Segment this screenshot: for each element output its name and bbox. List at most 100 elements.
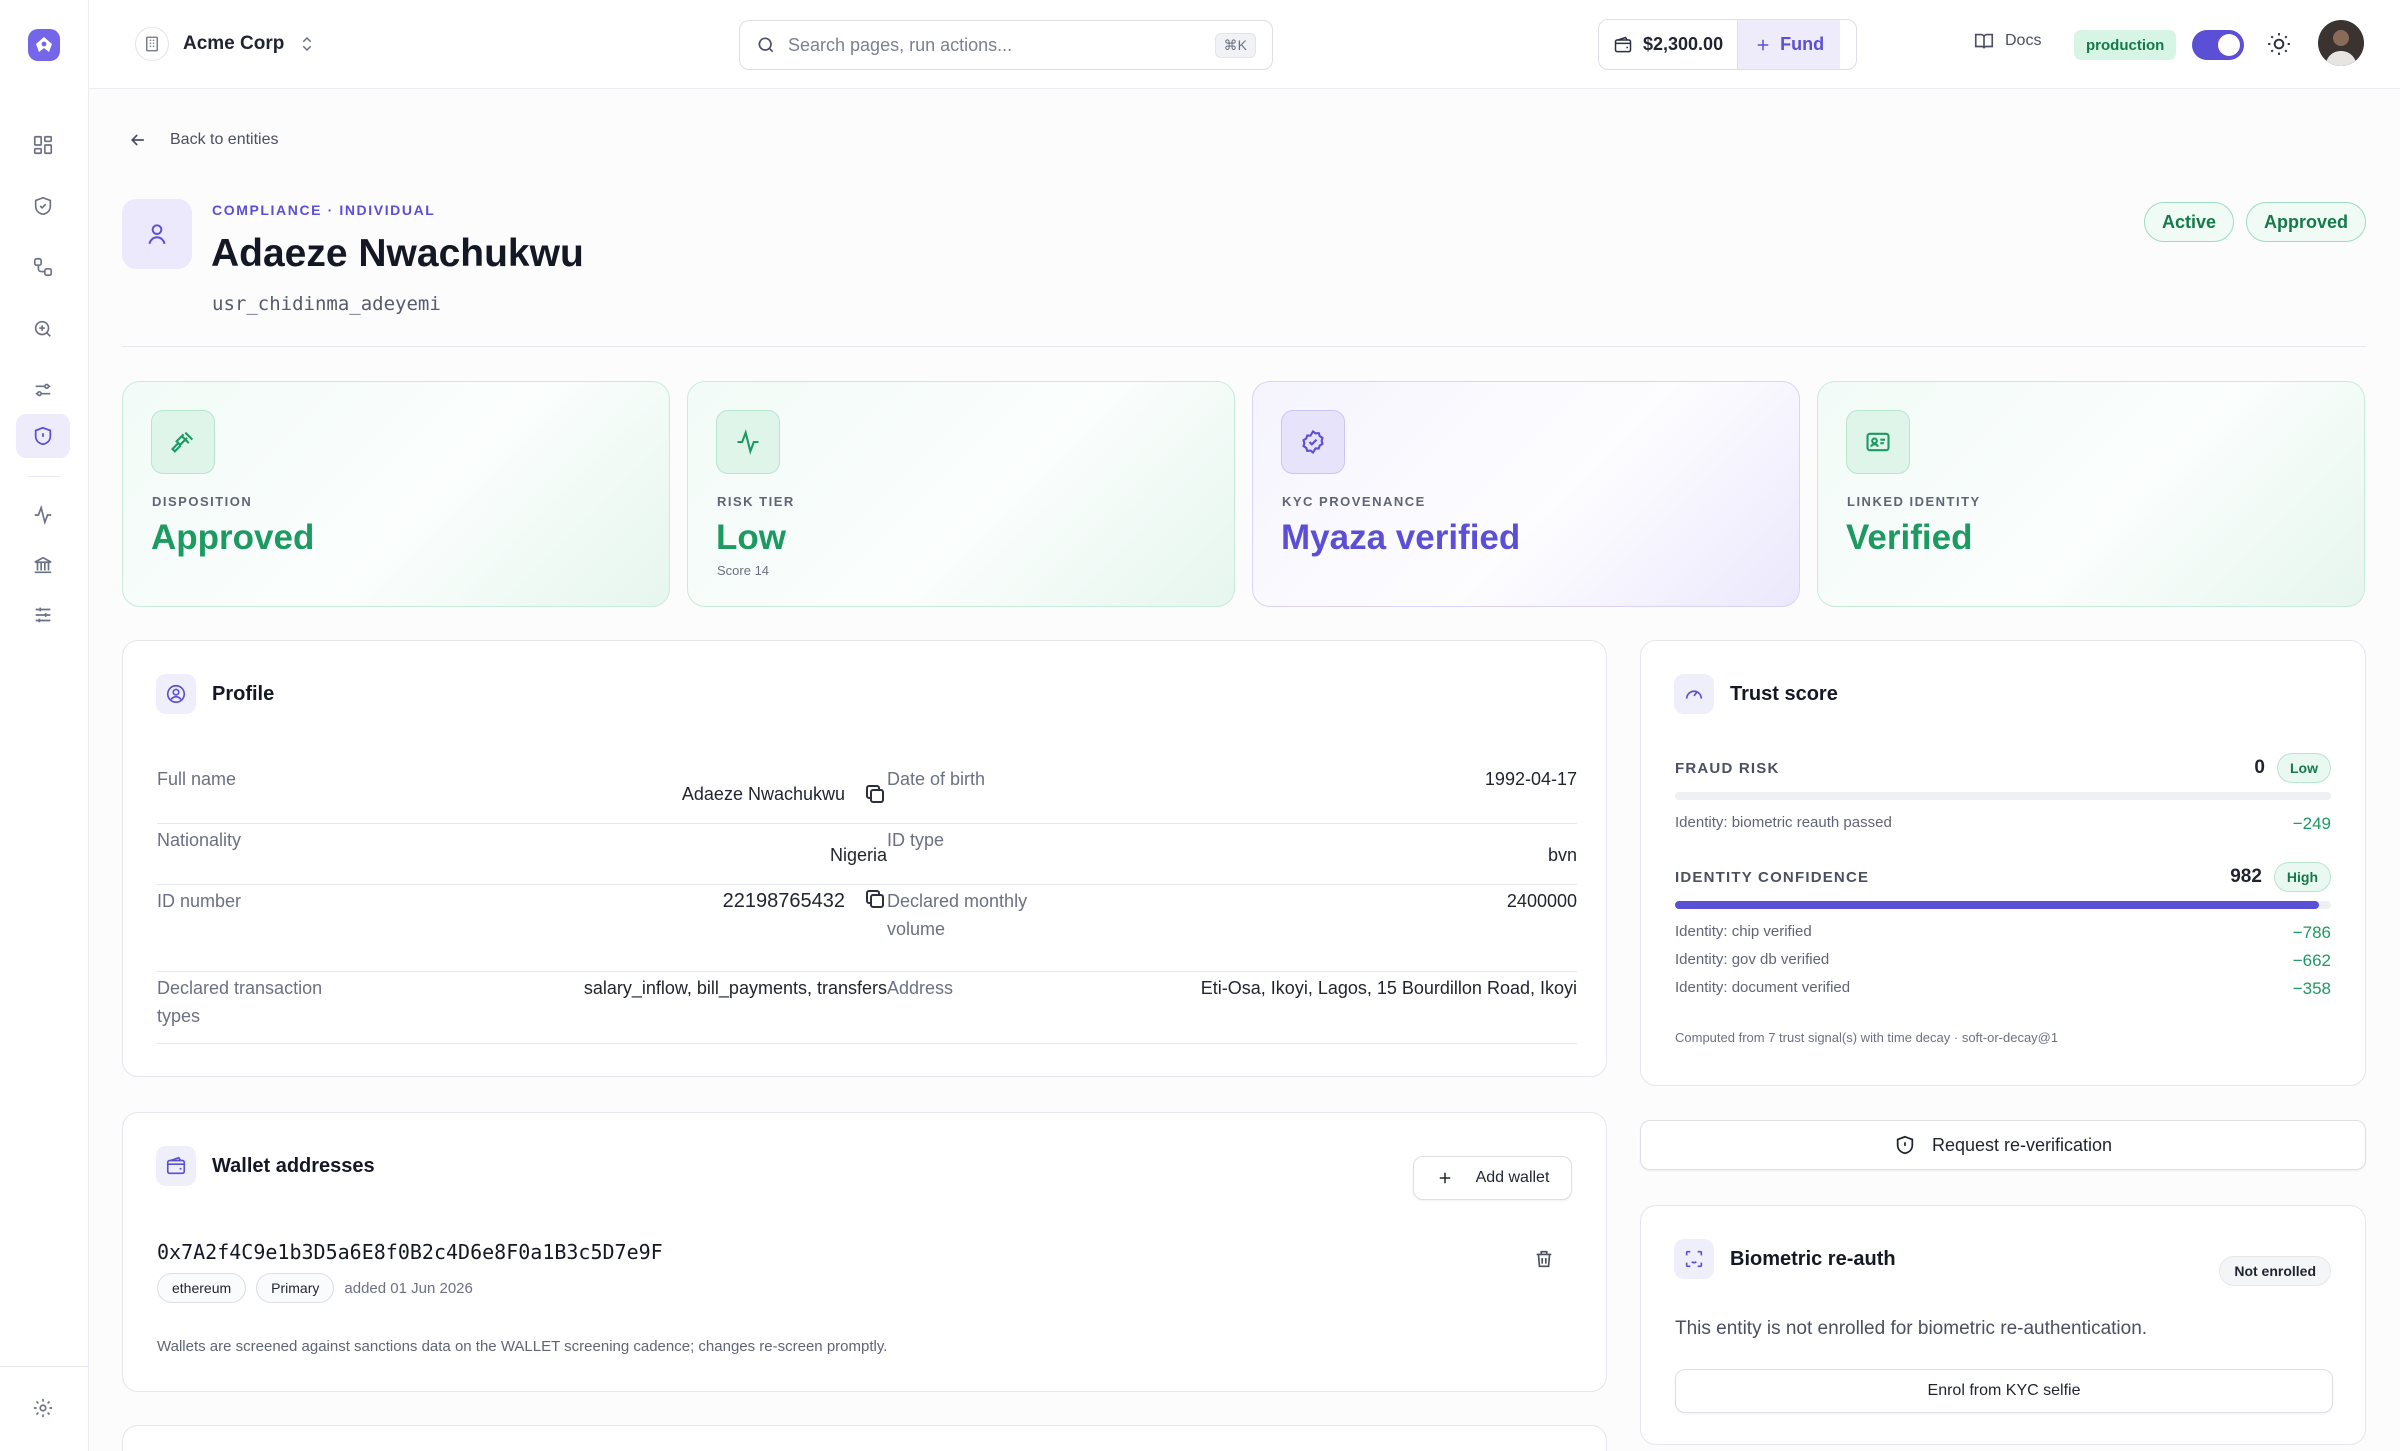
stat-card-disposition: DISPOSITION Approved: [122, 381, 670, 607]
field-value: 22198765432: [723, 887, 887, 971]
add-wallet-label: Add wallet: [1475, 1169, 1550, 1186]
entity-eyebrow: COMPLIANCE · INDIVIDUAL: [212, 202, 436, 218]
field-value: Eti-Osa, Ikoyi, Lagos, 15 Bourdillon Roa…: [1200, 978, 1577, 998]
profile-field-monthly-volume: Declared monthly volume 2400000: [887, 887, 1577, 972]
field-value: Nigeria: [829, 845, 887, 865]
wallet-address: 0x7A2f4C9e1b3D5a6E8f0B2c4D6e8F0a1B3c5D7e…: [157, 1240, 663, 1264]
field-label: Full name: [157, 769, 237, 789]
fraud-signal: Identity: biometric reauth passed −249: [1675, 814, 2331, 834]
gear-icon: [33, 1398, 53, 1418]
profile-field-dob: Date of birth 1992-04-17: [887, 765, 1577, 824]
trust-score-title: Trust score: [1730, 682, 1838, 705]
field-value-text: 22198765432: [722, 890, 845, 912]
face-scan-icon: [1674, 1239, 1714, 1279]
filters-icon: [35, 607, 51, 623]
trust-score-header: Trust score: [1674, 674, 1838, 714]
id-card-icon: [1846, 410, 1910, 474]
stat-value: Low: [716, 518, 786, 557]
header-divider: [122, 346, 2366, 347]
copy-icon[interactable]: [863, 782, 887, 806]
enrol-label: Enrol from KYC selfie: [1927, 1382, 2081, 1399]
field-label: ID number: [157, 891, 242, 911]
sidebar-item-controls[interactable]: [16, 593, 70, 637]
plus-icon: [1439, 1172, 1450, 1184]
sidebar-item-banking[interactable]: [16, 543, 70, 587]
shield-check-icon: [34, 196, 52, 216]
biometric-message: This entity is not enrolled for biometri…: [1675, 1318, 2148, 1339]
field-value: Adaeze Nwachukwu: [682, 765, 887, 823]
stat-label: KYC PROVENANCE: [1282, 494, 1426, 509]
sidebar-item-investigations[interactable]: [16, 307, 70, 351]
sidebar-item-activity[interactable]: [16, 493, 70, 537]
stat-label: LINKED IDENTITY: [1847, 494, 1981, 509]
theme-toggle[interactable]: [2266, 31, 2292, 57]
user-circle-icon: [156, 674, 196, 714]
add-wallet-button[interactable]: Add wallet: [1413, 1156, 1572, 1200]
fund-button[interactable]: Fund: [1737, 20, 1841, 69]
signal-label: Identity: biometric reauth passed: [1675, 814, 1892, 831]
enrol-kyc-selfie-button[interactable]: Enrol from KYC selfie: [1675, 1369, 2333, 1413]
plus-icon: [1757, 39, 1769, 50]
profile-title: Profile: [212, 682, 275, 705]
field-value: 2400000: [1506, 891, 1577, 911]
signal-label: Identity: gov db verified: [1675, 951, 1830, 968]
search-bar[interactable]: ⌘K: [739, 20, 1273, 70]
field-value: 1992-04-17: [1484, 769, 1577, 789]
sliders-icon: [35, 383, 51, 397]
wallet-icon: [1614, 36, 1632, 52]
stat-value: Verified: [1846, 518, 1973, 557]
stat-card-linked-identity: LINKED IDENTITY Verified: [1817, 381, 2365, 607]
page-title: Adaeze Nwachukwu: [211, 232, 584, 275]
signal-delta: −662: [2292, 951, 2331, 970]
trash-icon[interactable]: [1533, 1248, 1555, 1270]
stat-card-risk-tier: RISK TIER Low Score 14: [687, 381, 1235, 607]
fraud-risk-bar: [1675, 792, 2331, 800]
status-badge-active: Active: [2143, 202, 2234, 242]
activity-icon: [716, 410, 780, 474]
toggle-knob: [2218, 34, 2240, 56]
confidence-signal: Identity: chip verified −786: [1675, 923, 2331, 943]
sidebar-item-rules[interactable]: [16, 368, 70, 412]
docs-label: Docs: [2005, 32, 2042, 49]
sidebar-divider: [28, 476, 60, 477]
profile-card: Profile Full name Adaeze Nwachukwu Natio…: [122, 640, 1607, 1077]
request-reverification-label: Request re-verification: [1931, 1134, 2113, 1155]
profile-field-id-type: ID type bvn: [887, 826, 1577, 885]
back-link[interactable]: Back to entities: [128, 130, 279, 150]
sidebar-item-dashboard[interactable]: [16, 123, 70, 167]
bank-icon: [34, 556, 52, 574]
wallet-primary-chip: Primary: [256, 1273, 335, 1303]
biometric-title: Biometric re-auth: [1730, 1247, 1896, 1270]
identity-confidence-score: 982: [2230, 866, 2262, 887]
sidebar-item-flows[interactable]: [16, 245, 70, 289]
fraud-risk-level: Low: [2277, 753, 2331, 783]
grid-icon: [33, 135, 53, 155]
badge-check-icon: [1281, 410, 1345, 474]
activity-icon: [34, 504, 52, 526]
fraud-risk-row: FRAUD RISK 0 Low: [1675, 753, 2331, 783]
request-reverification-button[interactable]: Request re-verification: [1640, 1120, 2366, 1170]
wallet-icon: [156, 1146, 196, 1186]
docs-link[interactable]: Docs: [1973, 30, 2041, 52]
field-label: Declared transaction types: [157, 978, 323, 1026]
identity-confidence-bar: [1675, 901, 2331, 909]
shield-icon: [34, 426, 52, 446]
sidebar-item-compliance[interactable]: [16, 184, 70, 228]
field-value: salary_inflow, bill_payments, transfers: [583, 978, 887, 998]
copy-icon[interactable]: [863, 887, 887, 911]
search-input[interactable]: [788, 34, 1203, 56]
next-card: [122, 1425, 1607, 1451]
biometric-status-badge: Not enrolled: [2219, 1256, 2331, 1286]
app-logo[interactable]: [28, 29, 60, 61]
fraud-risk-score: 0: [2254, 757, 2265, 778]
sidebar: [0, 0, 89, 1451]
sidebar-item-settings[interactable]: [16, 1386, 70, 1430]
org-switcher[interactable]: Acme Corp: [135, 25, 316, 63]
sidebar-item-entities[interactable]: [16, 414, 70, 458]
profile-field-id-number: ID number 22198765432: [157, 887, 887, 972]
wallet-meta: ethereum Primary added 01 Jun 2026: [157, 1273, 473, 1303]
environment-toggle[interactable]: [2192, 30, 2244, 60]
wallet-header: Wallet addresses: [156, 1146, 375, 1186]
user-avatar[interactable]: [2318, 20, 2364, 66]
signal-delta: −786: [2292, 923, 2331, 942]
